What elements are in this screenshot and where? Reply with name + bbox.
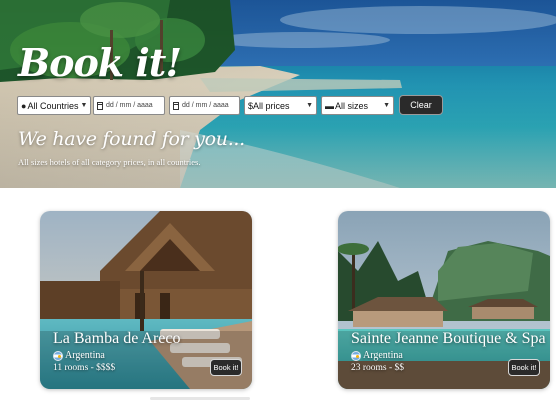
- map-marker-icon: ●: [21, 100, 27, 111]
- bed-icon: ▬: [325, 100, 334, 111]
- calendar-in-icon: [97, 101, 103, 110]
- hotel-name[interactable]: Sainte Jeanne Boutique & Spa: [351, 329, 546, 349]
- book-it-button[interactable]: Book it!: [508, 359, 540, 376]
- chevron-down-icon: ▼: [383, 102, 390, 109]
- hero-banner: Book it! ● All Countries ▼ dd / mm / aaa…: [0, 0, 556, 188]
- price-select[interactable]: $All prices ▼: [244, 96, 317, 115]
- country-select[interactable]: ● All Countries ▼: [17, 96, 91, 115]
- chevron-down-icon: ▼: [80, 102, 88, 109]
- size-select-value: All sizes: [335, 100, 369, 111]
- brand-logo[interactable]: Book it!: [18, 40, 182, 85]
- chevron-down-icon: ▼: [306, 102, 313, 109]
- clear-filters-button[interactable]: Clear: [399, 95, 443, 115]
- hotel-card[interactable]: Sainte Jeanne Boutique & Spa Argentina 2…: [338, 211, 550, 389]
- price-select-value: $All prices: [248, 100, 290, 111]
- hotel-card[interactable]: La Bamba de Areco Argentina 11 rooms - $…: [40, 211, 252, 389]
- results-title: We have found for you...: [18, 128, 245, 150]
- calendar-out-icon: [173, 101, 179, 110]
- size-select[interactable]: ▬ All sizes ▼: [321, 96, 394, 115]
- check-out-date-input[interactable]: dd / mm / aaaa: [169, 96, 240, 115]
- argentina-flag-icon: [53, 350, 63, 361]
- hotel-country-label: Argentina: [363, 350, 403, 361]
- book-it-button[interactable]: Book it!: [210, 359, 242, 376]
- check-in-date-input[interactable]: dd / mm / aaaa: [93, 96, 165, 115]
- hotel-name[interactable]: La Bamba de Areco: [53, 329, 244, 349]
- results-summary: All sizes hotels of all category prices,…: [18, 157, 201, 167]
- check-out-date-placeholder: dd / mm / aaaa: [182, 102, 229, 109]
- argentina-flag-icon: [351, 350, 361, 361]
- country-select-value: All Countries: [27, 100, 79, 111]
- hotel-country-label: Argentina: [65, 350, 105, 361]
- check-in-date-placeholder: dd / mm / aaaa: [106, 102, 153, 109]
